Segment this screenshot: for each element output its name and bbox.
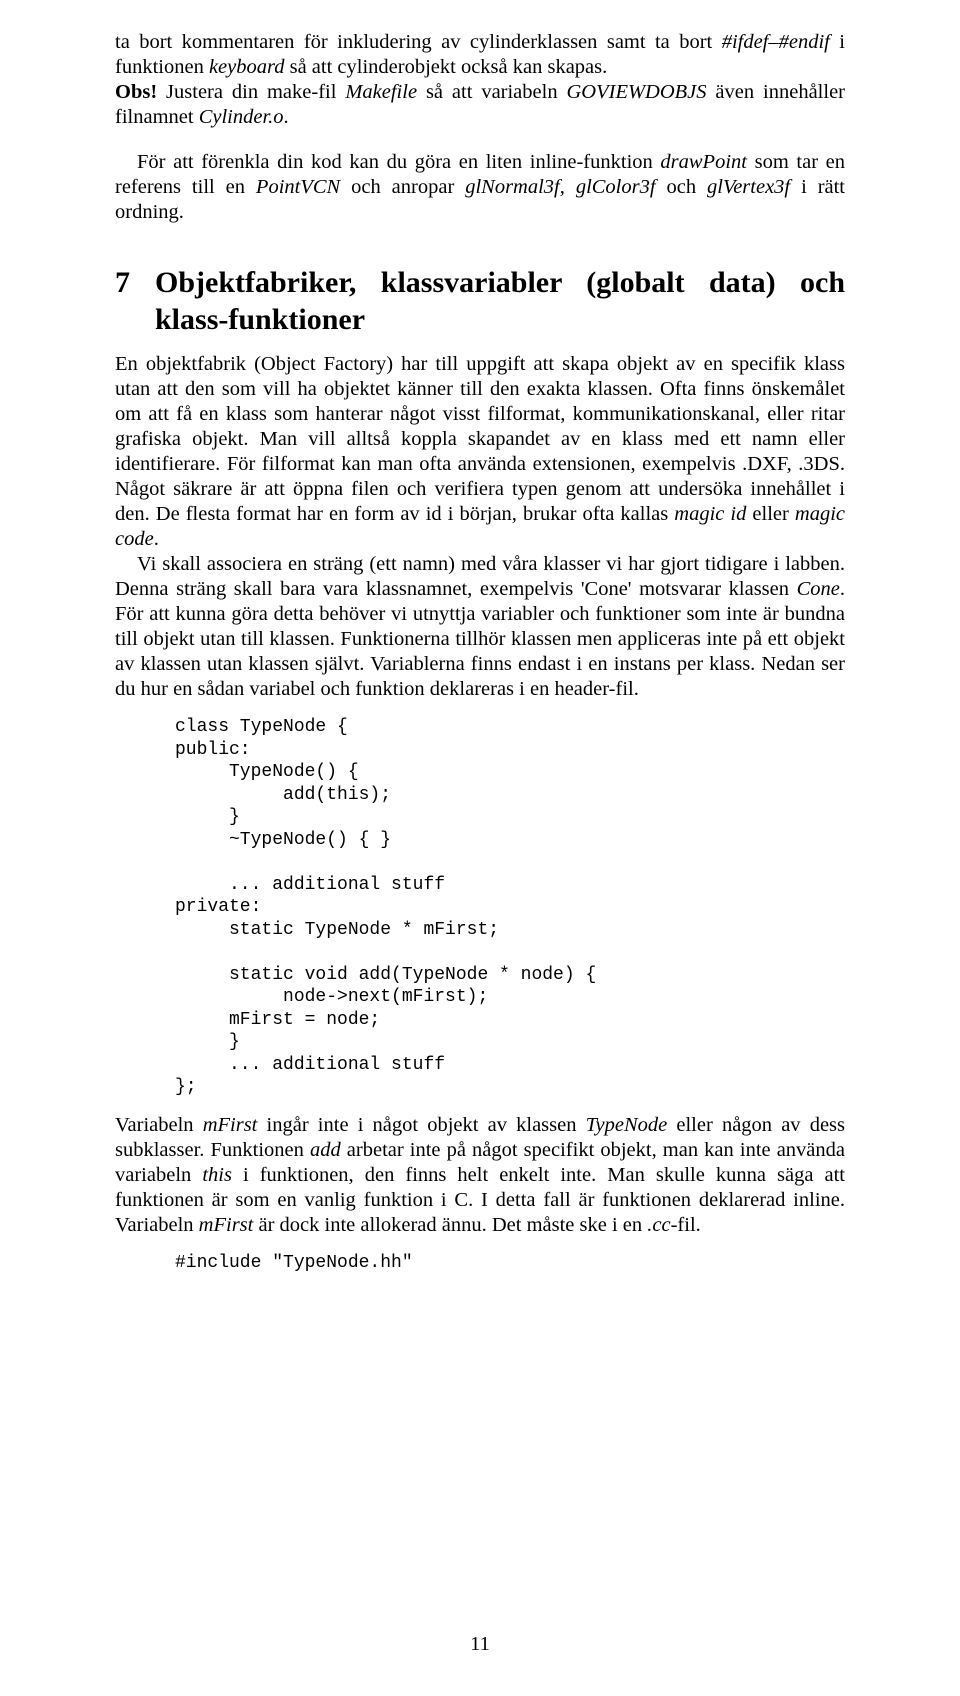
text: och anropar — [340, 176, 465, 198]
text-bold: Obs! — [115, 81, 157, 103]
text-italic: glColor3f — [576, 176, 656, 198]
text-italic: PointVCN — [256, 176, 340, 198]
text-italic: TypeNode — [586, 1114, 668, 1136]
section-title: Objektfabriker, klassvariabler (globalt … — [155, 265, 845, 338]
text-italic: Makefile — [345, 81, 417, 103]
text: . — [154, 528, 159, 550]
document-page: ta bort kommentaren för inkludering av c… — [0, 0, 960, 1696]
text-italic: Cone — [797, 578, 840, 600]
paragraph-1: ta bort kommentaren för inkludering av c… — [115, 30, 845, 80]
text-italic: drawPoint — [660, 151, 747, 173]
paragraph-3: För att förenkla din kod kan du göra en … — [115, 150, 845, 225]
text: För att förenkla din kod kan du göra en … — [137, 151, 660, 173]
text-italic: Cylinder.o — [199, 106, 284, 128]
paragraph-4: En objektfabrik (Object Factory) har til… — [115, 352, 845, 552]
text-italic: add — [310, 1139, 341, 1161]
text-italic: keyboard — [209, 56, 285, 78]
text-italic: mFirst — [199, 1214, 254, 1236]
text-italic: magic id — [674, 503, 746, 525]
text: Variabeln — [115, 1114, 203, 1136]
paragraph-2: Obs! Justera din make-fil Makefile så at… — [115, 80, 845, 130]
text: ingår inte i något objekt av klassen — [257, 1114, 585, 1136]
text: , — [560, 176, 576, 198]
text-italic: .cc — [647, 1214, 670, 1236]
text: . — [284, 106, 289, 128]
text: är dock inte allokerad ännu. Det måste s… — [253, 1214, 647, 1236]
text-italic: #ifdef–#endif — [722, 31, 830, 53]
text: Justera din make-fil — [157, 81, 345, 103]
paragraph-6: Variabeln mFirst ingår inte i något obje… — [115, 1113, 845, 1238]
text: och — [656, 176, 707, 198]
text-italic: glVertex3f — [707, 176, 790, 198]
section-heading: 7 Objektfabriker, klassvariabler (global… — [115, 265, 845, 338]
text: ta bort kommentaren för inkludering av c… — [115, 31, 722, 53]
text: eller — [746, 503, 795, 525]
page-number: 11 — [0, 1633, 960, 1656]
text-italic: glNormal3f — [465, 176, 560, 198]
body-text: ta bort kommentaren för inkludering av c… — [115, 30, 845, 1274]
text: -fil. — [671, 1214, 701, 1236]
text: så att cylinderobjekt också kan skapas. — [284, 56, 607, 78]
code-block-2: #include "TypeNode.hh" — [175, 1252, 845, 1275]
text: En objektfabrik (Object Factory) har til… — [115, 353, 845, 525]
code-block-1: class TypeNode { public: TypeNode() { ad… — [175, 716, 845, 1099]
text: så att variabeln — [417, 81, 566, 103]
section-number: 7 — [115, 265, 155, 302]
text-italic: this — [202, 1164, 232, 1186]
text-italic: GOVIEWDOBJS — [566, 81, 706, 103]
text-italic: mFirst — [203, 1114, 258, 1136]
paragraph-5: Vi skall associera en sträng (ett namn) … — [115, 552, 845, 702]
text: Vi skall associera en sträng (ett namn) … — [115, 553, 845, 600]
